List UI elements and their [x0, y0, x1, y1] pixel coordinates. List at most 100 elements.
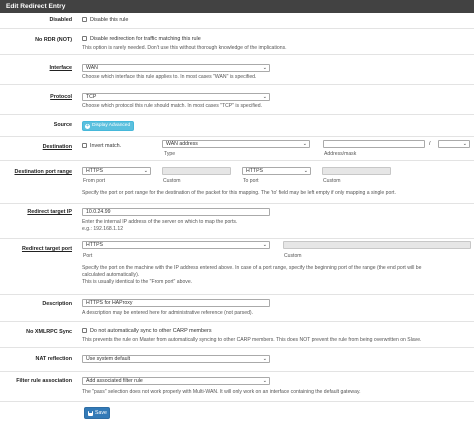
dest-port-custom-sublabel: Custom — [163, 178, 181, 184]
row-redirect-port: Redirect target port HTTPS ⌄ Port Custom … — [0, 239, 474, 295]
protocol-help: Choose which protocol this rule should m… — [82, 103, 262, 109]
redirect-ip-label: Redirect target IP — [27, 209, 72, 215]
save-button[interactable]: Save — [84, 407, 110, 419]
protocol-label: Protocol — [50, 94, 72, 100]
protocol-select[interactable]: TCP ⌄ — [82, 93, 270, 101]
plus-circle-icon: + — [85, 122, 90, 129]
description-label: Description — [42, 301, 72, 307]
row-dest-port: Destination port range HTTPS ⌄ From port … — [0, 161, 474, 204]
redirect-port-custom-input[interactable] — [283, 241, 471, 249]
description-value: HTTPS for HAProxy — [86, 300, 133, 306]
noxmlrpc-label: No XMLRPC Sync — [26, 329, 72, 335]
chevron-down-icon: ⌄ — [462, 141, 467, 147]
dest-port-from-sublabel: From port — [83, 178, 106, 184]
row-filter-assoc: Filter rule association Add associated f… — [0, 372, 474, 402]
row-protocol: Protocol TCP ⌄ Choose which protocol this… — [0, 85, 474, 115]
interface-help: Choose which interface this rule applies… — [82, 74, 257, 80]
display-advanced-button[interactable]: + Display Advanced — [82, 121, 134, 131]
dest-port-custom-sublabel-2: Custom — [323, 178, 341, 184]
chevron-down-icon: ⌄ — [303, 168, 308, 174]
destination-mask-select[interactable]: ⌄ — [438, 140, 470, 148]
dest-port-label: Destination port range — [14, 169, 72, 175]
destination-type-sublabel: Type — [164, 151, 176, 157]
filter-assoc-help: The "pass" selection does not work prope… — [82, 389, 361, 395]
row-disabled: Disabled Disable this rule — [0, 13, 474, 29]
row-source: Source + Display Advanced — [0, 115, 474, 137]
description-input[interactable]: HTTPS for HAProxy — [82, 299, 270, 307]
redirect-port-custom-sublabel: Custom — [284, 253, 302, 259]
dest-port-from-value: HTTPS — [86, 168, 104, 174]
nordr-help: This option is rarely needed. Don't use … — [82, 45, 287, 51]
redirect-port-sublabel: Port — [83, 253, 93, 259]
chevron-down-icon: ⌄ — [262, 65, 267, 71]
filter-assoc-select[interactable]: Add associated filter rule ⌄ — [82, 377, 270, 385]
filter-assoc-value: Add associated filter rule — [86, 378, 143, 384]
nat-reflection-label: NAT reflection — [35, 356, 72, 362]
dest-port-from-custom-input[interactable] — [162, 167, 231, 175]
destination-invert-control: Invert match. — [82, 143, 121, 149]
nordr-control: Disable redirection for traffic matching… — [82, 36, 201, 42]
page-title: Edit Redirect Entry — [6, 3, 66, 10]
row-nordr: No RDR (NOT) Disable redirection for tra… — [0, 29, 474, 55]
nat-reflection-value: Use system default — [86, 356, 131, 362]
noxmlrpc-checkbox[interactable] — [82, 328, 87, 334]
redirect-port-help-2: calculated automatically). — [82, 272, 140, 278]
noxmlrpc-checkbox-text: Do not automatically sync to other CARP … — [90, 328, 212, 334]
dest-port-to-value: HTTPS — [246, 168, 264, 174]
filter-assoc-label: Filter rule association — [16, 378, 72, 384]
destination-type-select[interactable]: WAN address ⌄ — [162, 140, 310, 148]
nordr-label: No RDR (NOT) — [35, 37, 72, 43]
disabled-label: Disabled — [49, 17, 72, 23]
save-button-label: Save — [95, 410, 107, 416]
nordr-checkbox-text: Disable redirection for traffic matching… — [90, 36, 201, 42]
dest-port-to-sublabel: To port — [243, 178, 259, 184]
panel-header: Edit Redirect Entry — [0, 0, 474, 13]
destination-address-sublabel: Address/mask — [324, 151, 357, 157]
dest-port-help: Specify the port or port range for the d… — [82, 190, 396, 196]
dest-port-to-select[interactable]: HTTPS ⌄ — [242, 167, 311, 175]
display-advanced-label: Display Advanced — [92, 123, 131, 128]
protocol-select-value: TCP — [86, 94, 97, 100]
disabled-control: Disable this rule — [82, 17, 128, 23]
destination-label: Destination — [42, 144, 72, 150]
destination-mask-slash: / — [429, 141, 431, 147]
redirect-port-value: HTTPS — [86, 242, 104, 248]
row-description: Description HTTPS for HAProxy A descript… — [0, 295, 474, 322]
row-interface: Interface WAN ⌄ Choose which interface th… — [0, 55, 474, 85]
redirect-ip-example: e.g.: 192.168.1.12 — [82, 226, 124, 232]
destination-type-value: WAN address — [166, 141, 198, 147]
chevron-down-icon: ⌄ — [143, 168, 148, 174]
interface-label: Interface — [49, 65, 72, 71]
chevron-down-icon: ⌄ — [302, 141, 307, 147]
redirect-ip-value: 10.0.24.99 — [86, 209, 111, 215]
redirect-ip-help: Enter the internal IP address of the ser… — [82, 219, 238, 225]
chevron-down-icon: ⌄ — [262, 378, 267, 384]
destination-invert-text: Invert match. — [90, 143, 122, 149]
interface-select[interactable]: WAN ⌄ — [82, 64, 270, 72]
interface-select-value: WAN — [86, 65, 98, 71]
redirect-port-help-1: Specify the port on the machine with the… — [82, 265, 422, 271]
description-help: A description may be entered here for ad… — [82, 310, 254, 316]
chevron-down-icon: ⌄ — [262, 356, 267, 362]
redirect-ip-input[interactable]: 10.0.24.99 — [82, 208, 270, 216]
noxmlrpc-help: This prevents the rule on Master from au… — [82, 337, 422, 343]
chevron-down-icon: ⌄ — [262, 242, 267, 248]
nordr-checkbox[interactable] — [82, 36, 87, 42]
nat-reflection-select[interactable]: Use system default ⌄ — [82, 355, 270, 363]
chevron-down-icon: ⌄ — [262, 94, 267, 100]
dest-port-from-select[interactable]: HTTPS ⌄ — [82, 167, 151, 175]
disabled-checkbox[interactable] — [82, 17, 87, 23]
redirect-port-select[interactable]: HTTPS ⌄ — [82, 241, 270, 249]
row-redirect-ip: Redirect target IP 10.0.24.99 Enter the … — [0, 204, 474, 239]
row-destination: Destination Invert match. WAN address ⌄ T… — [0, 137, 474, 161]
destination-address-input[interactable] — [323, 140, 425, 148]
row-noxmlrpc: No XMLRPC Sync Do not automatically sync… — [0, 322, 474, 348]
destination-invert-checkbox[interactable] — [82, 143, 87, 149]
redirect-port-label: Redirect target port — [21, 246, 72, 252]
noxmlrpc-control: Do not automatically sync to other CARP … — [82, 328, 212, 334]
source-label: Source — [53, 122, 72, 128]
redirect-port-help-3: This is usually identical to the "From p… — [82, 279, 193, 285]
dest-port-to-custom-input[interactable] — [322, 167, 391, 175]
row-nat-reflection: NAT reflection Use system default ⌄ — [0, 348, 474, 372]
floppy-disk-icon — [88, 411, 93, 416]
